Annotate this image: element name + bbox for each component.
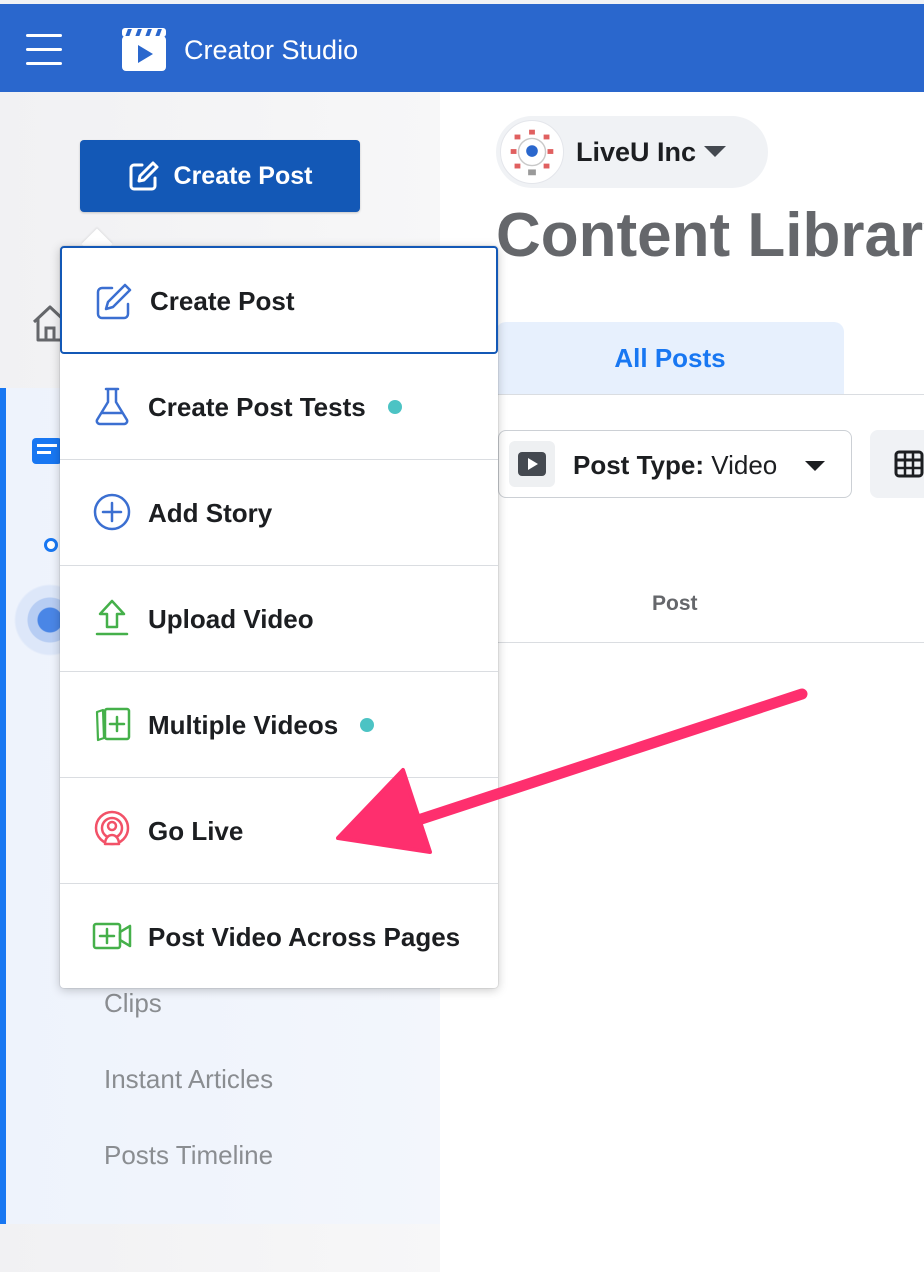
multiple-videos-icon xyxy=(95,707,131,742)
create-post-button-label: Create Post xyxy=(173,161,313,190)
video-play-icon xyxy=(509,441,555,487)
caret-down-icon xyxy=(805,461,825,471)
post-type-filter-value: Video xyxy=(711,450,778,480)
menu-item-label: Create Post Tests xyxy=(148,392,366,422)
live-broadcast-icon xyxy=(94,810,130,846)
menu-item-label: Multiple Videos xyxy=(148,710,339,740)
post-type-filter-key: Post Type: xyxy=(573,450,704,480)
new-badge-dot xyxy=(388,400,402,414)
post-type-filter[interactable]: Post Type: Video xyxy=(498,430,852,498)
page-title: Content Library xyxy=(496,201,924,270)
app-header: Creator Studio xyxy=(0,4,924,92)
menu-item-label: Go Live xyxy=(148,816,244,846)
menu-item-add-story[interactable]: Add Story xyxy=(60,460,498,566)
table-header-post[interactable]: Post xyxy=(652,592,698,616)
pencil-square-icon xyxy=(129,161,159,191)
post-type-filter-text: Post Type: Video xyxy=(573,450,777,480)
nav-sub-indicator xyxy=(44,538,58,552)
tab-divider xyxy=(496,394,924,395)
sidebar-active-indicator xyxy=(0,388,6,1224)
pencil-square-icon xyxy=(96,283,132,320)
table-grid-icon xyxy=(894,450,924,478)
sidebar-link-clips[interactable]: Clips xyxy=(104,988,162,1018)
page-avatar xyxy=(500,120,564,184)
menu-item-create-post[interactable]: Create Post xyxy=(60,246,498,354)
view-toggle-button[interactable] xyxy=(870,430,924,498)
menu-item-multiple-videos[interactable]: Multiple Videos xyxy=(60,672,498,778)
page-name[interactable]: LiveU Inc xyxy=(576,136,696,168)
hamburger-menu-icon[interactable] xyxy=(26,32,62,66)
content-library-icon[interactable] xyxy=(30,432,64,468)
menu-item-post-video-across-pages[interactable]: Post Video Across Pages xyxy=(60,884,498,990)
menu-item-label: Post Video Across Pages xyxy=(148,922,461,952)
clapperboard-play-icon xyxy=(122,28,166,71)
menu-item-label: Create Post xyxy=(150,286,295,316)
create-post-dropdown: Create Post Create Post Tests Add Story … xyxy=(60,246,498,988)
new-badge-dot xyxy=(360,718,374,732)
plus-circle-icon xyxy=(93,493,131,531)
caret-down-icon[interactable] xyxy=(704,146,726,157)
upload-arrow-icon xyxy=(95,599,129,636)
menu-item-create-post-tests[interactable]: Create Post Tests xyxy=(60,354,498,460)
video-camera-plus-icon xyxy=(92,922,132,950)
sidebar-link-instant-articles[interactable]: Instant Articles xyxy=(104,1064,273,1094)
table-header-divider xyxy=(496,642,924,643)
menu-item-label: Add Story xyxy=(148,498,273,528)
menu-item-label: Upload Video xyxy=(148,604,314,634)
tab-all-posts[interactable]: All Posts xyxy=(496,322,844,394)
app-title: Creator Studio xyxy=(184,35,359,65)
menu-item-upload-video[interactable]: Upload Video xyxy=(60,566,498,672)
sidebar-link-posts-timeline[interactable]: Posts Timeline xyxy=(104,1140,273,1170)
menu-item-go-live[interactable]: Go Live xyxy=(60,778,498,884)
create-post-button[interactable]: Create Post xyxy=(80,140,360,212)
beaker-icon xyxy=(95,387,129,426)
